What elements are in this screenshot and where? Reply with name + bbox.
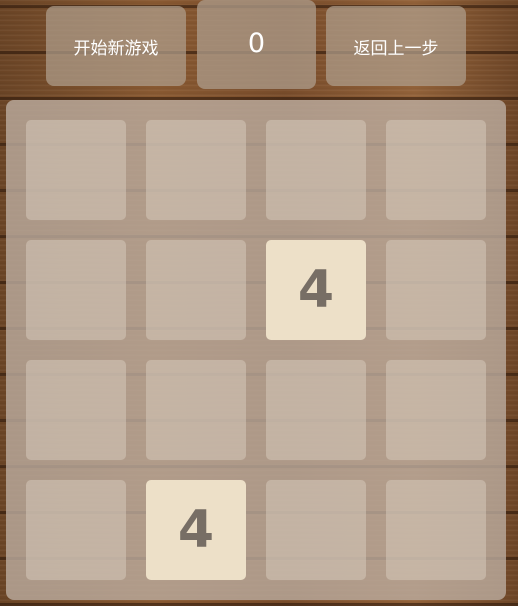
board-cell bbox=[386, 480, 486, 580]
tile-4: 4 bbox=[266, 240, 366, 340]
board-cell bbox=[386, 360, 486, 460]
board-cell bbox=[266, 120, 366, 220]
board-cell bbox=[266, 360, 366, 460]
board-cell bbox=[146, 120, 246, 220]
game-board[interactable]: 4 4 bbox=[6, 100, 506, 600]
board-cell bbox=[386, 240, 486, 340]
board-cell bbox=[26, 480, 126, 580]
new-game-button[interactable]: 开始新游戏 bbox=[46, 6, 186, 86]
undo-button[interactable]: 返回上一步 bbox=[326, 6, 466, 86]
score-display: 0 bbox=[197, 0, 316, 89]
board-cell bbox=[26, 240, 126, 340]
board-cell bbox=[386, 120, 486, 220]
board-cell bbox=[26, 120, 126, 220]
board-cell bbox=[146, 240, 246, 340]
tile-4: 4 bbox=[146, 480, 246, 580]
board-cell bbox=[146, 360, 246, 460]
board-cell bbox=[266, 480, 366, 580]
board-cell bbox=[26, 360, 126, 460]
